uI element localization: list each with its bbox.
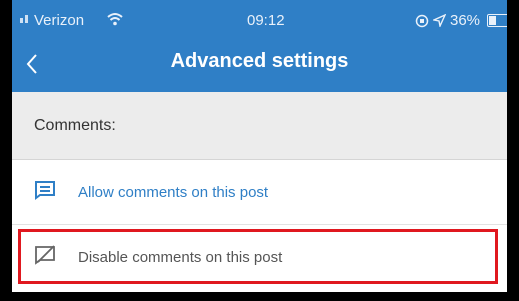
section-header-label: Comments:	[34, 117, 116, 134]
highlight-annotation	[18, 229, 498, 284]
page-title: Advanced settings	[170, 50, 349, 72]
status-bar: Verizon 09:12 36%	[12, 0, 507, 36]
signal-icon	[20, 15, 28, 23]
comment-icon	[35, 181, 55, 200]
battery-icon	[487, 14, 507, 27]
allow-comments-option[interactable]: Allow comments on this post	[12, 160, 507, 225]
nav-bar: Advanced settings	[12, 36, 507, 92]
carrier-name: Verizon	[34, 12, 85, 29]
location-icon	[433, 14, 446, 27]
status-time: 09:12	[247, 12, 285, 29]
battery-percent: 36%	[450, 12, 481, 29]
orientation-lock-icon	[415, 14, 429, 27]
allow-comments-label: Allow comments on this post	[78, 184, 269, 201]
section-header: Comments:	[12, 92, 507, 160]
screen-bottom-edge	[12, 292, 507, 301]
wifi-icon	[107, 13, 123, 26]
right-status: 36%	[415, 12, 507, 29]
